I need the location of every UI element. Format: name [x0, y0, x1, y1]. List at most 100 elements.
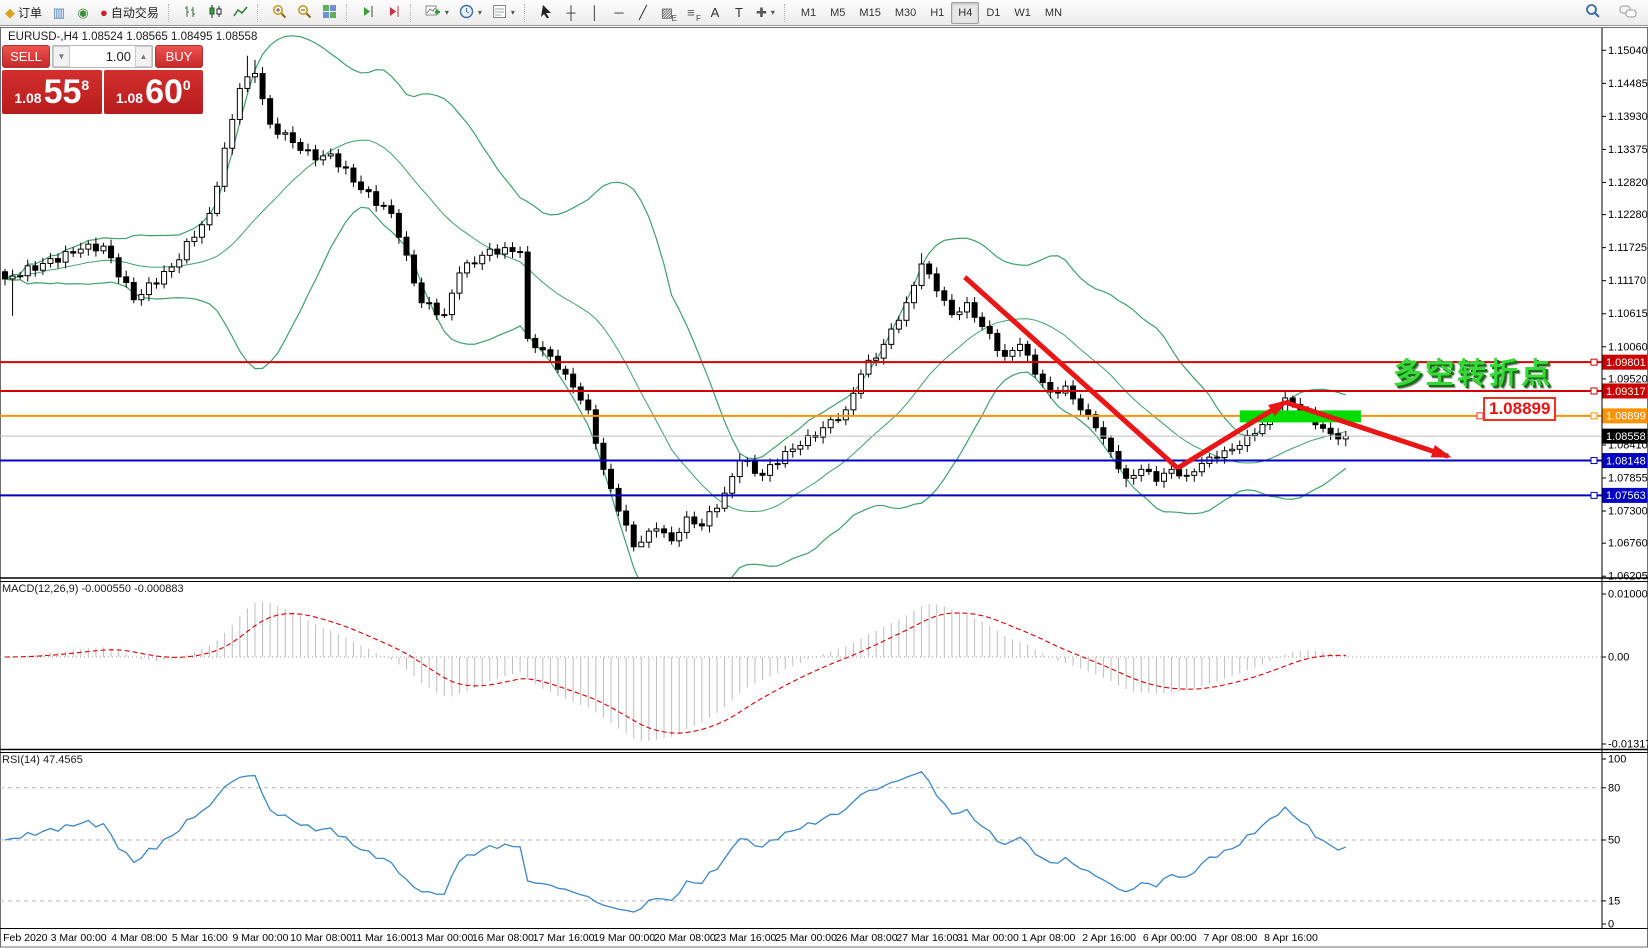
dropdown-arrow-icon[interactable]: ▾ [478, 8, 482, 17]
svg-text:1.08148: 1.08148 [1606, 455, 1646, 467]
line-handle[interactable] [1591, 492, 1597, 498]
timeframe-mn-button[interactable]: MN [1038, 2, 1069, 24]
crosshair-icon: ┼ [566, 6, 575, 19]
svg-text:0.010002: 0.010002 [1608, 589, 1648, 601]
svg-text:1.13930: 1.13930 [1608, 111, 1648, 123]
volume-decrease-button[interactable]: ▼ [53, 46, 70, 67]
timeframe-h4-button[interactable]: H4 [951, 2, 979, 24]
sell-button[interactable]: SELL [2, 45, 50, 68]
timeframe-d1-button[interactable]: D1 [979, 2, 1007, 24]
time-axis[interactable]: 28 Feb 20203 Mar 00:004 Mar 08:005 Mar 1… [0, 932, 1318, 944]
time-axis-label: 2 Apr 16:00 [1082, 932, 1136, 944]
text-label-button[interactable]: T [727, 2, 751, 24]
zoom-out-button[interactable] [292, 2, 317, 24]
horizontal-line-button[interactable]: ─ [607, 2, 631, 24]
trendline-button[interactable]: ╱ [631, 2, 655, 24]
line-handle[interactable] [1591, 359, 1597, 365]
periods-button[interactable]: ▾ [454, 2, 487, 24]
toolbar-separator [346, 4, 353, 22]
candlestick-chart-button[interactable] [203, 2, 228, 24]
trend-arrow-line[interactable] [965, 277, 1178, 468]
macd-indicator-label: MACD(12,26,9) -0.000550 -0.000883 [2, 583, 184, 595]
time-axis-label: 19 Mar 00:00 [593, 932, 655, 944]
strategy-navigator-button[interactable]: ◉ [71, 2, 95, 24]
timeframe-m30-button[interactable]: M30 [888, 2, 923, 24]
tile-windows-button[interactable] [317, 2, 342, 24]
dropdown-arrow-icon[interactable]: ▾ [445, 8, 449, 17]
sell-price-button[interactable]: 1.08 55 8 [2, 70, 102, 114]
time-axis-label: 26 Mar 08:00 [836, 932, 898, 944]
chart-canvas[interactable]: 1.150401.144851.139301.133751.128201.122… [0, 0, 1648, 948]
chart-shift-icon [361, 4, 376, 22]
buy-button[interactable]: BUY [155, 45, 203, 68]
sell-price-main: 55 [44, 75, 82, 109]
macd-signal-line [5, 613, 1346, 733]
timeframe-m1-button[interactable]: M1 [794, 2, 823, 24]
arrows-button[interactable]: ✚▾ [751, 2, 780, 24]
time-axis-label: 28 Feb 2020 [0, 932, 48, 944]
time-axis-label: 1 Apr 08:00 [1022, 932, 1076, 944]
turning-point-annotation[interactable]: 多空转折点 [1393, 359, 1553, 390]
chart-shift-button[interactable] [356, 2, 381, 24]
new-order-button[interactable]: ◆订单 [0, 2, 47, 24]
volume-increase-button[interactable]: ▲ [135, 46, 152, 67]
line-handle[interactable] [1591, 413, 1597, 419]
line-handle[interactable] [1591, 458, 1597, 464]
time-axis-label: 13 Mar 00:00 [411, 932, 473, 944]
timeframe-m5-button[interactable]: M5 [823, 2, 852, 24]
timeframe-w1-button[interactable]: W1 [1007, 2, 1038, 24]
crosshair-button[interactable]: ┼ [559, 2, 583, 24]
toolbar-separator [168, 4, 175, 22]
auto-trading-button[interactable]: ●自动交易 [95, 2, 164, 24]
svg-text:1.06205: 1.06205 [1608, 571, 1648, 583]
time-axis-label: 3 Mar 00:00 [51, 932, 107, 944]
cursor-button[interactable] [534, 2, 559, 24]
time-axis-label: 25 Mar 00:00 [775, 932, 837, 944]
timeframe-h1-button[interactable]: H1 [923, 2, 951, 24]
vertical-line-button[interactable]: │ [583, 2, 607, 24]
price-scale[interactable]: 1.150401.144851.139301.133751.128201.122… [1602, 28, 1648, 931]
volume-input[interactable] [70, 46, 135, 67]
svg-text:1.06760: 1.06760 [1608, 538, 1648, 550]
horizontal-line-icon: ─ [614, 6, 623, 19]
bar-chart-button[interactable] [178, 2, 203, 24]
dropdown-arrow-icon[interactable]: ▾ [771, 8, 775, 17]
chat-button[interactable] [1614, 2, 1642, 24]
svg-text:1.14485: 1.14485 [1608, 78, 1648, 90]
buy-price-button[interactable]: 1.08 60 0 [104, 70, 204, 114]
text-button[interactable]: A [703, 2, 727, 24]
time-axis-label: 31 Mar 00:00 [957, 932, 1019, 944]
timeframe-m15-button[interactable]: M15 [852, 2, 887, 24]
templates-button[interactable]: ▾ [487, 2, 520, 24]
auto-scroll-button[interactable] [381, 2, 406, 24]
time-axis-label: 5 Mar 16:00 [172, 932, 228, 944]
buy-price-pip: 0 [183, 77, 191, 93]
search-button[interactable] [1580, 2, 1606, 24]
chart-ohlc-header: EURUSD-,H4 1.08524 1.08565 1.08495 1.085… [8, 31, 257, 43]
new-chart-button[interactable]: ▾ [420, 2, 454, 24]
macd-histogram [5, 601, 1346, 741]
new-order-button-label: 订单 [18, 4, 42, 21]
svg-text:100: 100 [1608, 754, 1626, 766]
one-click-trading-panel: SELL ▼ ▲ BUY 1.08 55 8 1.08 60 0 [2, 45, 203, 114]
zoom-in-button[interactable] [267, 2, 292, 24]
line-handle[interactable] [1591, 388, 1597, 394]
svg-text:1.13375: 1.13375 [1608, 144, 1648, 156]
fibonacci-button[interactable]: ≡F [679, 2, 703, 24]
price-level-label[interactable]: 1.08899 [1483, 397, 1556, 421]
cursor-icon [539, 4, 554, 22]
time-axis-label: 9 Mar 00:00 [232, 932, 288, 944]
trend-arrow-line[interactable] [1285, 402, 1448, 456]
toolbar-separator [784, 4, 791, 22]
equidistant-channel-button[interactable]: ▨E [655, 2, 679, 24]
time-axis-label: 10 Mar 08:00 [290, 932, 352, 944]
trend-arrow-line[interactable] [1178, 402, 1286, 468]
svg-text:50: 50 [1608, 835, 1620, 847]
buy-price-main: 60 [145, 75, 183, 109]
text-icon: A [711, 6, 720, 19]
sell-price-prefix: 1.08 [14, 90, 41, 106]
market-watch-button[interactable]: ▥ [47, 2, 71, 24]
line-chart-button[interactable] [228, 2, 253, 24]
dropdown-arrow-icon[interactable]: ▾ [511, 8, 515, 17]
svg-text:15: 15 [1608, 895, 1620, 907]
